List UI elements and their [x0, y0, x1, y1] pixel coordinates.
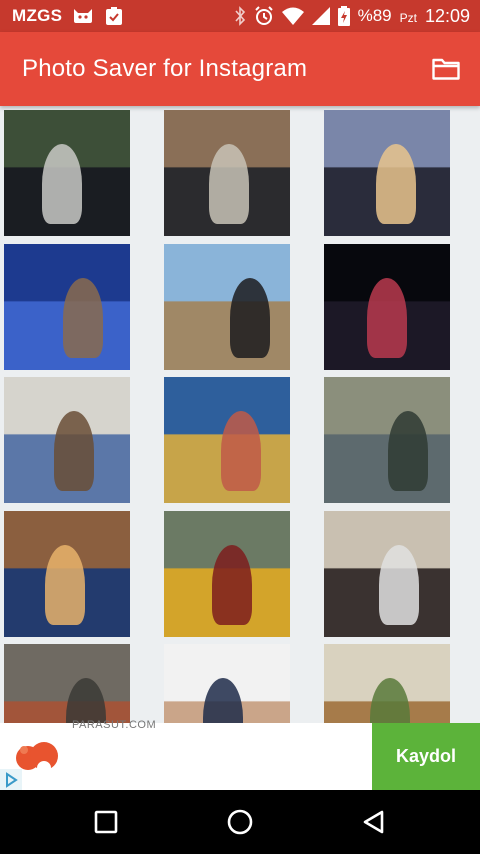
photo-subject — [63, 278, 103, 358]
photo-subject — [54, 411, 94, 491]
adchoices-icon[interactable] — [0, 769, 22, 790]
open-folder-button[interactable] — [430, 53, 462, 85]
app-bar: Photo Saver for Instagram — [0, 32, 480, 106]
page-title: Photo Saver for Instagram — [22, 55, 308, 82]
back-button[interactable] — [360, 808, 388, 836]
photo-subject — [209, 144, 249, 224]
carrier-label: MZGS — [12, 6, 63, 25]
cat-icon — [72, 7, 94, 25]
day-label: Pzt — [399, 10, 417, 25]
photo-thumbnail[interactable] — [4, 644, 130, 723]
back-triangle-icon — [363, 810, 384, 834]
photo-thumbnail[interactable] — [4, 377, 130, 503]
photo-subject — [376, 144, 416, 224]
bluetooth-icon — [234, 6, 246, 26]
photo-thumbnail[interactable] — [4, 244, 130, 370]
photo-subject — [212, 545, 252, 625]
photo-thumbnail[interactable] — [164, 511, 290, 637]
wifi-icon — [281, 7, 304, 25]
photo-thumbnail[interactable] — [164, 110, 290, 236]
photo-subject — [221, 411, 261, 491]
photo-thumbnail[interactable] — [324, 110, 450, 236]
photo-image — [164, 244, 290, 370]
signup-button[interactable]: Kaydol — [372, 723, 480, 790]
battery-percent: %89 — [357, 6, 392, 25]
ad-site-label: PARASUT.COM — [72, 719, 157, 731]
signal-icon — [311, 7, 330, 25]
photo-thumbnail[interactable] — [4, 110, 130, 236]
photo-grid — [0, 106, 480, 723]
folder-icon — [432, 58, 460, 80]
photo-subject — [379, 545, 419, 625]
ad-banner[interactable]: PARASUT.COM Kaydol — [0, 719, 480, 790]
photo-thumbnail[interactable] — [164, 244, 290, 370]
photo-subject — [367, 278, 407, 358]
photo-thumbnail[interactable] — [324, 244, 450, 370]
photo-thumbnail[interactable] — [324, 644, 450, 723]
photo-thumbnail[interactable] — [164, 377, 290, 503]
alarm-icon — [254, 6, 274, 26]
battery-icon — [337, 6, 350, 26]
photo-image — [324, 377, 450, 503]
home-circle-icon — [227, 809, 253, 835]
clock: 12:09 — [424, 5, 470, 26]
clipboard-icon — [104, 6, 124, 26]
status-bar: MZGS %89 Pzt 12:09 — [0, 0, 480, 32]
photo-subject — [42, 144, 82, 224]
recents-button[interactable] — [92, 808, 120, 836]
photo-thumbnail[interactable] — [324, 377, 450, 503]
photo-thumbnail[interactable] — [324, 511, 450, 637]
photo-thumbnail[interactable] — [164, 644, 290, 723]
photo-thumbnail[interactable] — [4, 511, 130, 637]
navigation-bar — [0, 790, 480, 854]
photo-subject — [388, 411, 428, 491]
photo-subject — [230, 278, 270, 358]
home-button[interactable] — [226, 808, 254, 836]
recents-square-icon — [94, 810, 118, 834]
photo-subject — [45, 545, 85, 625]
